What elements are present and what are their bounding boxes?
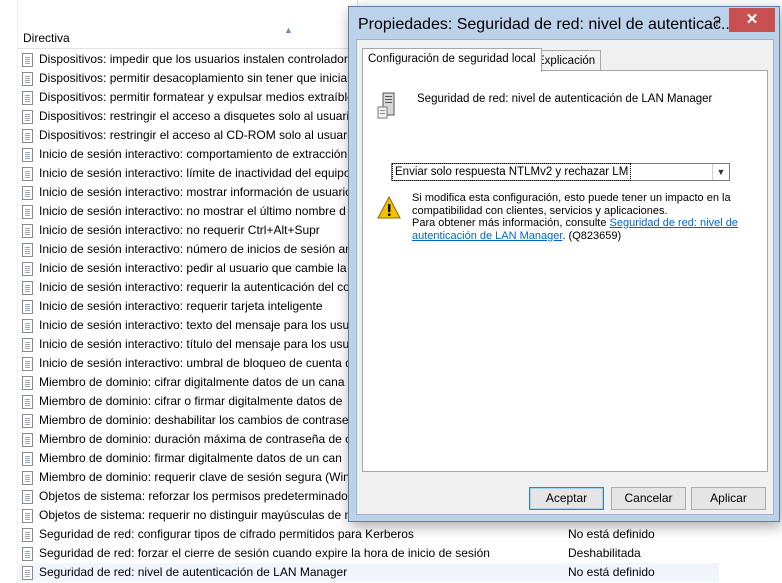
tab-configuracion[interactable]: Configuración de seguridad local <box>362 48 542 72</box>
policy-label: Dispositivos: restringir el acceso al CD… <box>39 128 357 142</box>
policy-label: Inicio de sesión interactivo: requerir t… <box>39 299 323 313</box>
policy-label: Dispositivos: impedir que los usuarios i… <box>39 52 361 66</box>
cancel-button[interactable]: Cancelar <box>611 487 686 510</box>
policy-value: Deshabilitada <box>568 546 641 560</box>
warning-more-info: Para obtener más información, consulte <box>412 217 610 229</box>
policy-icon <box>21 452 33 466</box>
policy-icon <box>21 566 33 580</box>
policy-label: Dispositivos: permitir formatear y expul… <box>39 90 354 104</box>
policy-icon <box>21 509 33 523</box>
apply-button[interactable]: Aplicar <box>691 487 766 510</box>
policy-icon <box>21 471 33 485</box>
chevron-down-icon[interactable]: ▼ <box>712 164 729 180</box>
policy-label: Inicio de sesión interactivo: no requeri… <box>39 223 320 237</box>
left-pane-edge <box>0 0 18 583</box>
sort-ascending-icon: ▲ <box>284 25 293 35</box>
policy-icon <box>21 262 33 276</box>
policy-icon <box>21 167 33 181</box>
policy-icon <box>21 243 33 257</box>
policy-icon <box>21 490 33 504</box>
policy-icon <box>21 148 33 162</box>
policy-label: Seguridad de red: nivel de autenticación… <box>39 565 348 579</box>
policy-icon <box>21 528 33 542</box>
policy-label: Miembro de dominio: firmar digitalmente … <box>39 451 342 465</box>
warning-icon <box>377 195 401 220</box>
policy-label: Dispositivos: permitir desacoplamiento s… <box>39 71 352 85</box>
policy-icon <box>21 110 33 124</box>
policy-label: Miembro de dominio: cifrar o firmar digi… <box>39 394 343 408</box>
warning-message: Si modifica esta configuración, esto pue… <box>412 192 731 217</box>
policy-label: Inicio de sesión interactivo: número de … <box>39 242 352 256</box>
policy-label: Inicio de sesión interactivo: umbral de … <box>39 356 352 370</box>
policy-label: Miembro de dominio: requerir clave de se… <box>39 470 350 484</box>
tab-panel: Seguridad de red: nivel de autenticación… <box>362 70 768 472</box>
column-header-directiva[interactable]: Directiva <box>23 31 70 45</box>
policy-label: Objetos de sistema: requerir no distingu… <box>39 508 355 522</box>
help-button[interactable]: ? <box>707 11 727 31</box>
policy-icon <box>21 338 33 352</box>
policy-label: Inicio de sesión interactivo: límite de … <box>39 166 351 180</box>
close-button[interactable]: ✕ <box>729 8 775 32</box>
policy-icon <box>21 186 33 200</box>
kb-reference: . (Q823659) <box>562 229 622 242</box>
server-policy-icon <box>377 91 397 121</box>
policy-icon <box>21 72 33 86</box>
policy-label: Inicio de sesión interactivo: mostrar in… <box>39 185 352 199</box>
policy-icon <box>21 91 33 105</box>
policy-label: Inicio de sesión interactivo: no mostrar… <box>39 204 346 218</box>
policy-label: Seguridad de red: configurar tipos de ci… <box>39 527 414 541</box>
policy-icon <box>21 281 33 295</box>
policy-icon <box>21 224 33 238</box>
toolbar-strip <box>17 0 358 28</box>
dialog-body: Configuración de seguridad local Explica… <box>356 39 774 515</box>
policy-label: Seguridad de red: forzar el cierre de se… <box>39 546 490 560</box>
policy-icon <box>21 547 33 561</box>
policy-label: Inicio de sesión interactivo: texto del … <box>39 318 356 332</box>
policy-label: Objetos de sistema: reforzar los permiso… <box>39 489 354 503</box>
warning-text: Si modifica esta configuración, esto pue… <box>412 192 742 242</box>
policy-label: Miembro de dominio: duración máxima de c… <box>39 432 352 446</box>
dropdown-selected-value: Enviar solo respuesta NTLMv2 y rechazar … <box>391 163 632 181</box>
policy-icon <box>21 357 33 371</box>
auth-level-dropdown[interactable]: Enviar solo respuesta NTLMv2 y rechazar … <box>391 163 730 181</box>
policy-label: Miembro de dominio: cifrar digitalmente … <box>39 375 345 389</box>
policy-icon <box>21 433 33 447</box>
policy-label: Dispositivos: restringir el acceso a dis… <box>39 109 356 123</box>
policy-label: Inicio de sesión interactivo: título del… <box>39 337 350 351</box>
policy-icon <box>21 395 33 409</box>
table-row[interactable]: Seguridad de red: forzar el cierre de se… <box>19 544 719 563</box>
properties-dialog: Propiedades: Seguridad de red: nivel de … <box>348 6 780 522</box>
tab-explicacion[interactable]: Explicación <box>531 50 602 71</box>
policy-icon <box>21 129 33 143</box>
policy-value: No está definido <box>568 565 655 579</box>
policy-name: Seguridad de red: nivel de autenticación… <box>417 93 713 105</box>
policy-icon <box>21 376 33 390</box>
policy-icon <box>21 319 33 333</box>
policy-label: Inicio de sesión interactivo: requerir l… <box>39 280 350 294</box>
policy-icon <box>21 53 33 67</box>
policy-label: Inicio de sesión interactivo: pedir al u… <box>39 261 356 275</box>
dialog-title: Propiedades: Seguridad de red: nivel de … <box>358 16 735 33</box>
table-row[interactable]: Seguridad de red: nivel de autenticación… <box>19 563 719 582</box>
policy-icon <box>21 205 33 219</box>
policy-value: No está definido <box>568 527 655 541</box>
table-row[interactable]: Seguridad de red: configurar tipos de ci… <box>19 525 719 544</box>
ok-button[interactable]: Aceptar <box>529 487 604 510</box>
policy-label: Inicio de sesión interactivo: comportami… <box>39 147 348 161</box>
policy-icon <box>21 414 33 428</box>
policy-label: Miembro de dominio: deshabilitar los cam… <box>39 413 349 427</box>
policy-icon <box>21 300 33 314</box>
